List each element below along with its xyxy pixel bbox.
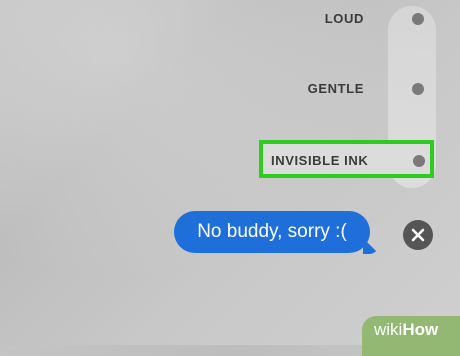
wikihow-watermark: wikiHow <box>362 316 460 356</box>
effect-label-gentle: GENTLE <box>307 81 364 96</box>
cancel-button[interactable] <box>403 220 433 250</box>
watermark-prefix: wiki <box>374 320 403 339</box>
close-icon <box>411 228 425 242</box>
message-bubble[interactable]: No buddy, sorry :( <box>174 211 370 253</box>
watermark-suffix: How <box>402 320 439 339</box>
effect-radio-gentle[interactable] <box>412 83 424 95</box>
message-effects-screen: LOUD GENTLE INVISIBLE INK No buddy, sorr… <box>0 0 460 356</box>
effect-label-invisible-ink: INVISIBLE INK <box>271 153 369 168</box>
effect-option-loud[interactable]: LOUD <box>240 5 440 33</box>
effect-option-invisible-ink[interactable]: INVISIBLE INK <box>259 140 434 178</box>
effect-radio-loud[interactable] <box>412 13 424 25</box>
effect-label-loud: LOUD <box>324 11 364 26</box>
effect-option-gentle[interactable]: GENTLE <box>240 75 440 103</box>
effect-radio-invisible-ink[interactable] <box>413 155 425 167</box>
